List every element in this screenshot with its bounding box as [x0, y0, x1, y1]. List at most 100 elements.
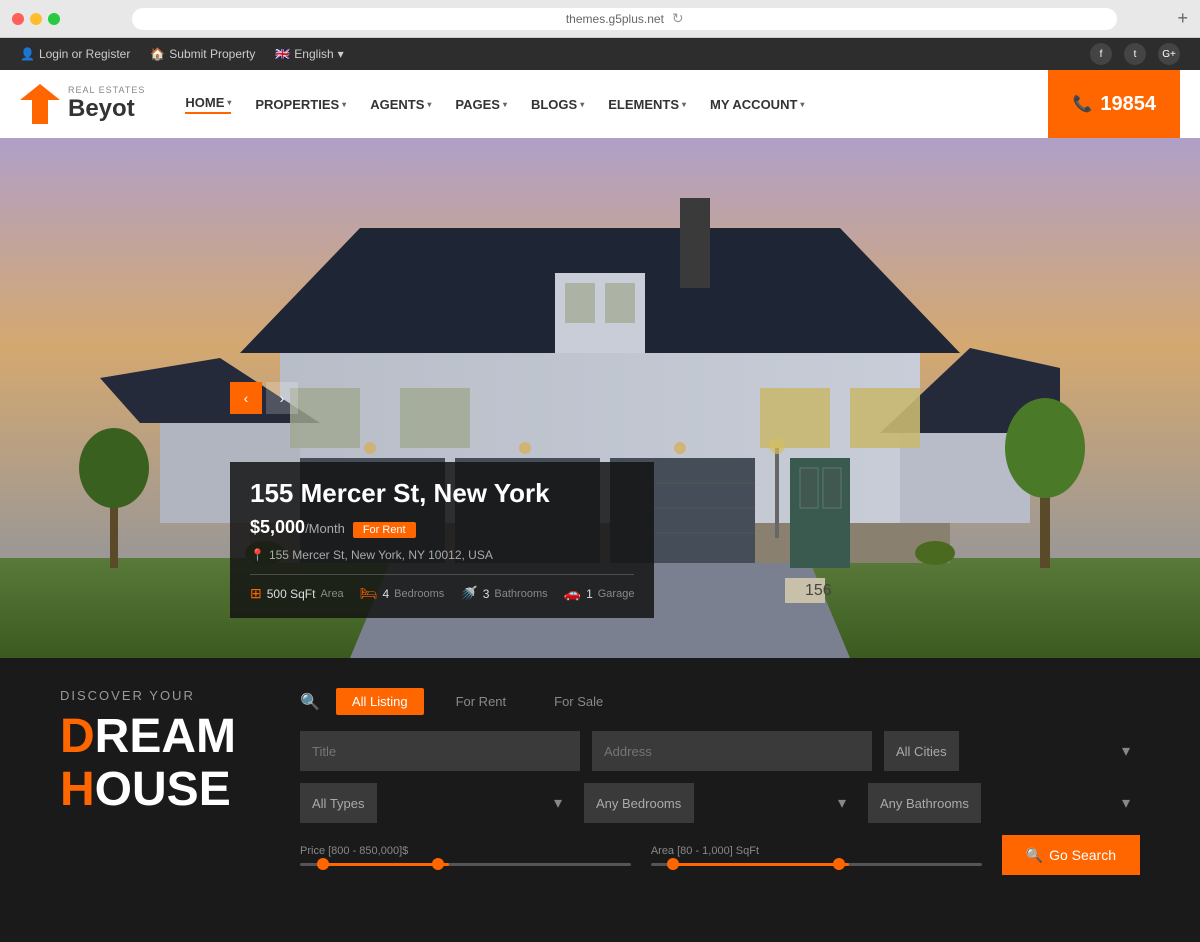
feature-area-value: 500 SqFt [267, 587, 316, 601]
nav-pages[interactable]: PAGES ▾ [455, 97, 507, 112]
property-features: ⊞ 500 SqFt Area 🛏 4 Bedrooms 🚿 3 Bathroo… [250, 574, 634, 602]
flag-icon: 🇬🇧 [275, 47, 290, 61]
bath-icon: 🚿 [460, 585, 477, 602]
properties-chevron: ▾ [342, 100, 346, 109]
hero-section: 156 ‹ › 155 Mercer St, New York $5,000/M… [0, 138, 1200, 658]
browser-chrome: themes.g5plus.net ↻ + [0, 0, 1200, 38]
logo[interactable]: REAL ESTATES Beyot [20, 84, 145, 124]
slider-next-button[interactable]: › [266, 382, 298, 414]
login-label: Login or Register [39, 47, 130, 61]
feature-bed-label: Bedrooms [394, 588, 444, 600]
logo-text: REAL ESTATES Beyot [68, 85, 145, 123]
logo-icon [20, 84, 60, 124]
phone-icon: 📞 [1072, 94, 1092, 114]
price-range-thumb-right[interactable] [432, 858, 444, 870]
search-icon: 🔍 [1026, 847, 1043, 864]
bathrooms-select[interactable]: Any Bathrooms [868, 783, 981, 823]
area-range-track[interactable] [651, 863, 982, 866]
nav-agents[interactable]: AGENTS ▾ [370, 97, 431, 112]
bed-icon: 🛏 [360, 585, 378, 602]
logo-name: Beyot [68, 95, 145, 123]
feature-bath-label: Bathrooms [494, 588, 547, 600]
googleplus-icon[interactable]: G+ [1158, 43, 1180, 65]
language-selector[interactable]: 🇬🇧 English ▾ [275, 47, 343, 61]
location-icon: 📍 [250, 548, 265, 562]
area-range-label: Area [80 - 1,000] SqFt [651, 845, 982, 857]
feature-bedrooms: 🛏 4 Bedrooms [360, 585, 445, 602]
top-bar-left: 👤 Login or Register 🏠 Submit Property 🇬🇧… [20, 47, 344, 61]
login-link[interactable]: 👤 Login or Register [20, 47, 130, 61]
search-tab-icon: 🔍 [300, 692, 320, 712]
area-range-fill [667, 863, 849, 866]
price-range-label: Price [800 - 850,000]$ [300, 845, 631, 857]
discover-subtitle: DISCOVER YOUR [60, 688, 260, 703]
area-range-thumb-left[interactable] [667, 858, 679, 870]
nav-properties[interactable]: PROPERTIES ▾ [255, 97, 346, 112]
cities-select[interactable]: All Cities [884, 731, 959, 771]
discover-h: H [60, 763, 95, 816]
account-chevron: ▾ [800, 100, 804, 109]
nav-account[interactable]: MY ACCOUNT ▾ [710, 97, 804, 112]
discover-d: D [60, 710, 95, 763]
submit-property-link[interactable]: 🏠 Submit Property [150, 47, 255, 61]
nav-blogs[interactable]: BLOGS ▾ [531, 97, 584, 112]
browser-url-bar[interactable]: themes.g5plus.net ↻ [132, 8, 1117, 30]
language-label: English [294, 47, 333, 61]
twitter-icon[interactable]: t [1124, 43, 1146, 65]
browser-maximize-dot[interactable] [48, 13, 60, 25]
language-chevron: ▾ [338, 47, 344, 61]
search-panel: 🔍 All Listing For Rent For Sale All Citi… [300, 688, 1140, 875]
top-bar: 👤 Login or Register 🏠 Submit Property 🇬🇧… [0, 38, 1200, 70]
bedrooms-select-wrapper: Any Bedrooms [584, 783, 856, 823]
slider-navigation: ‹ › [230, 382, 298, 414]
property-badge: For Rent [353, 522, 416, 538]
main-nav: HOME ▾ PROPERTIES ▾ AGENTS ▾ PAGES ▾ BLO… [185, 95, 1048, 114]
feature-bathrooms: 🚿 3 Bathrooms [460, 585, 547, 602]
header: REAL ESTATES Beyot HOME ▾ PROPERTIES ▾ A… [0, 70, 1200, 138]
discover-ream: REAM [95, 710, 236, 763]
tab-for-sale[interactable]: For Sale [538, 688, 619, 715]
blogs-chevron: ▾ [580, 100, 584, 109]
tab-for-rent[interactable]: For Rent [440, 688, 523, 715]
go-search-label: Go Search [1049, 847, 1116, 863]
logo-tagline: REAL ESTATES [68, 85, 145, 95]
discover-dream: DREAM [60, 711, 260, 764]
area-icon: ⊞ [250, 585, 262, 602]
tab-all-listing[interactable]: All Listing [336, 688, 424, 715]
price-range-track[interactable] [300, 863, 631, 866]
bathrooms-select-wrapper: Any Bathrooms [868, 783, 1140, 823]
phone-box[interactable]: 📞 19854 [1048, 70, 1180, 138]
submit-icon: 🏠 [150, 47, 165, 61]
nav-elements[interactable]: ELEMENTS ▾ [608, 97, 686, 112]
title-input[interactable] [300, 731, 580, 771]
property-address: 📍 155 Mercer St, New York, NY 10012, USA [250, 548, 634, 562]
price-range-group: Price [800 - 850,000]$ [300, 845, 631, 866]
feature-garage-value: 1 [586, 587, 593, 601]
go-search-button[interactable]: 🔍 Go Search [1002, 835, 1140, 875]
slider-prev-button[interactable]: ‹ [230, 382, 262, 414]
browser-dots [12, 13, 60, 25]
area-range-group: Area [80 - 1,000] SqFt [651, 845, 982, 866]
area-range-thumb-right[interactable] [833, 858, 845, 870]
submit-label: Submit Property [169, 47, 255, 61]
bedrooms-select[interactable]: Any Bedrooms [584, 783, 694, 823]
price-range-thumb-left[interactable] [317, 858, 329, 870]
nav-home[interactable]: HOME ▾ [185, 95, 231, 114]
facebook-icon[interactable]: f [1090, 43, 1112, 65]
discover-text: DISCOVER YOUR DREAM HOUSE [60, 688, 260, 817]
browser-new-tab[interactable]: + [1177, 8, 1188, 29]
home-chevron: ▾ [227, 98, 231, 107]
search-row-2: All Types Any Bedrooms Any Bathrooms [300, 783, 1140, 823]
property-title: 155 Mercer St, New York [250, 478, 634, 509]
browser-minimize-dot[interactable] [30, 13, 42, 25]
discover-house: HOUSE [60, 764, 260, 817]
address-input[interactable] [592, 731, 872, 771]
elements-chevron: ▾ [682, 100, 686, 109]
cities-select-wrapper: All Cities [884, 731, 1140, 771]
top-bar-right: f t G+ [1090, 43, 1180, 65]
feature-garage: 🚗 1 Garage [564, 585, 635, 602]
property-price: $5,000/Month [250, 517, 345, 538]
types-select[interactable]: All Types [300, 783, 377, 823]
browser-close-dot[interactable] [12, 13, 24, 25]
search-section: DISCOVER YOUR DREAM HOUSE 🔍 All Listing … [0, 658, 1200, 905]
